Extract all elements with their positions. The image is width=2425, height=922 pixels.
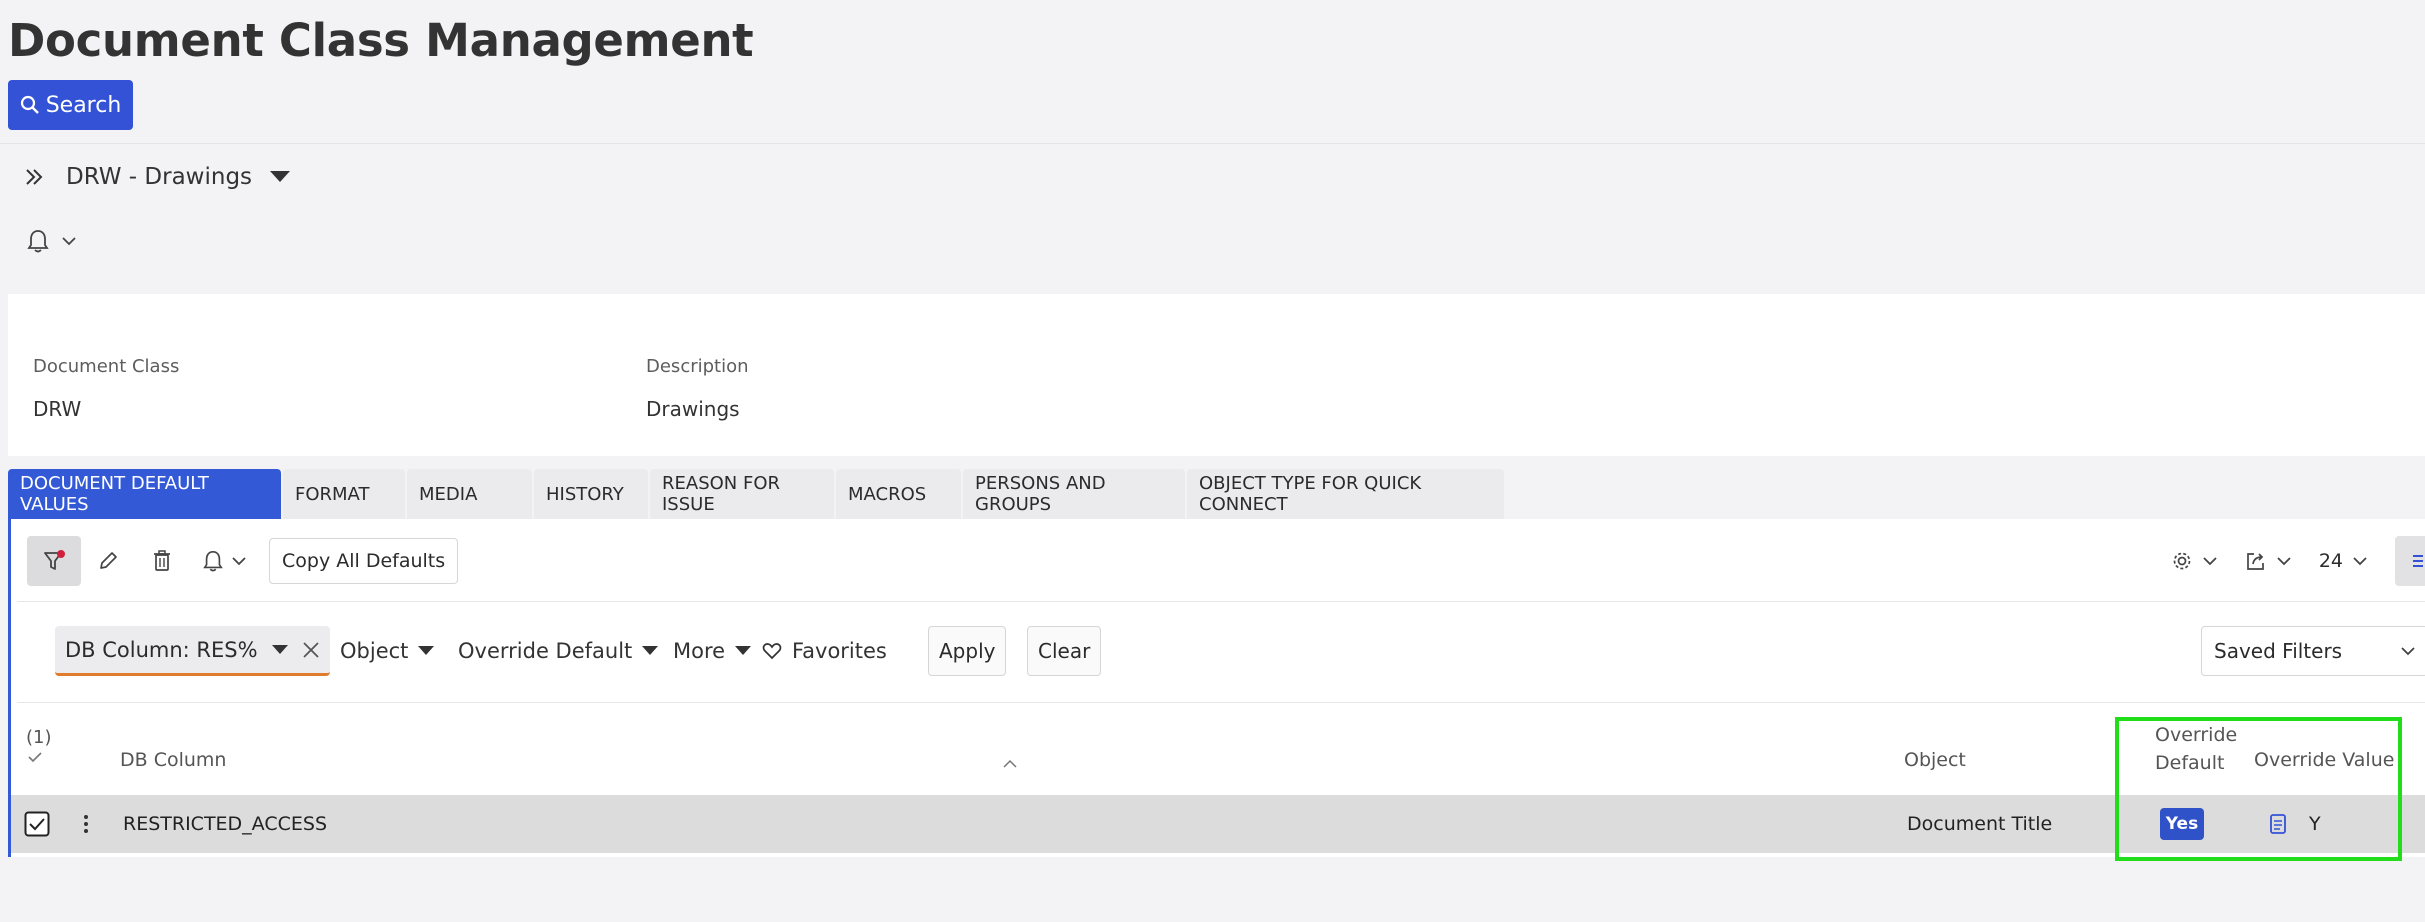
side-panel-toggle[interactable] [2395, 536, 2425, 586]
bell-icon [202, 549, 224, 573]
toolbar-right: 24 [2171, 536, 2425, 586]
search-label: Search [45, 92, 122, 118]
document-class-value: DRW [33, 397, 82, 421]
chevron-down-icon [232, 556, 246, 566]
filter-chip-label: DB Column: RES% [65, 637, 258, 662]
tab-persons-and-groups[interactable]: PERSONS AND GROUPS [963, 469, 1185, 519]
close-icon[interactable] [302, 641, 320, 659]
export-menu[interactable] [2245, 550, 2291, 572]
chevron-down-icon [2353, 556, 2367, 566]
caret-down-icon [418, 646, 435, 656]
tab-document-default-values[interactable]: DOCUMENT DEFAULT VALUES [8, 469, 281, 519]
override-default-filter-dropdown[interactable]: Override Default [458, 626, 659, 676]
page-size-select[interactable]: 24 [2319, 550, 2367, 572]
tab-macros[interactable]: MACROS [836, 469, 961, 519]
highlight-box [2115, 717, 2402, 861]
divider [0, 143, 2425, 144]
bell-icon [26, 228, 50, 254]
favorites-button[interactable]: Favorites [762, 626, 887, 676]
search-button[interactable]: Search [8, 80, 133, 130]
tab-media[interactable]: MEDIA [407, 469, 532, 519]
document-class-label: Document Class [33, 356, 180, 377]
description-value: Drawings [646, 397, 740, 421]
caret-down-icon [735, 646, 752, 656]
trash-icon [151, 549, 173, 573]
header-card: Document Class DRW Description Drawings [8, 294, 2425, 456]
more-filter-dropdown[interactable]: More [673, 626, 752, 676]
table-header: (1) DB Column Object Override Default Ov… [11, 703, 2425, 780]
chevron-down-icon [2277, 556, 2291, 566]
page-size-value: 24 [2318, 550, 2343, 572]
tab-format[interactable]: FORMAT [283, 469, 405, 519]
table-row[interactable]: RESTRICTED_ACCESS Document Title Yes Y [11, 795, 2425, 853]
filter-chip-db-column[interactable]: DB Column: RES% [55, 626, 330, 676]
filter-button[interactable] [27, 536, 81, 586]
tab-reason-for-issue[interactable]: REASON FOR ISSUE [650, 469, 834, 519]
notifications-menu[interactable] [26, 228, 76, 254]
filter-bar: DB Column: RES% Object Override Default … [17, 601, 2425, 703]
notifications-button[interactable] [189, 536, 259, 586]
heart-icon [762, 642, 782, 660]
chevron-down-icon [62, 236, 76, 246]
favorites-label: Favorites [792, 639, 887, 663]
apply-button[interactable]: Apply [928, 626, 1007, 676]
more-vertical-icon [83, 814, 89, 834]
record-selector-row: DRW - Drawings [24, 164, 291, 190]
saved-filters-select[interactable]: Saved Filters [2201, 626, 2425, 676]
edit-button[interactable] [81, 536, 135, 586]
gear-icon [2171, 550, 2193, 572]
row-checkbox[interactable] [24, 795, 50, 853]
db-column-cell: RESTRICTED_ACCESS [123, 813, 328, 835]
grid-toolbar: Copy All Defaults 24 [27, 536, 2425, 586]
object-filter-label: Object [340, 639, 409, 663]
caret-down-icon [642, 646, 659, 656]
copy-all-defaults-button[interactable]: Copy All Defaults [269, 538, 459, 584]
object-filter-dropdown[interactable]: Object [340, 626, 435, 676]
record-selector[interactable]: DRW - Drawings [66, 164, 291, 190]
delete-button[interactable] [135, 536, 189, 586]
caret-down-icon [270, 171, 291, 183]
description-label: Description [646, 356, 749, 377]
clear-button[interactable]: Clear [1027, 626, 1102, 676]
saved-filters-label: Saved Filters [2214, 639, 2343, 663]
chevron-down-icon [2401, 646, 2415, 656]
tab-bar: DOCUMENT DEFAULT VALUES FORMAT MEDIA HIS… [8, 469, 1506, 519]
filter-icon [42, 549, 66, 573]
caret-down-icon[interactable] [271, 644, 288, 655]
chevron-down-icon [2203, 556, 2217, 566]
record-selector-label: DRW - Drawings [66, 164, 253, 190]
selected-count: (1) [26, 727, 52, 748]
default-values-panel: Copy All Defaults 24 DB Column: RES% Obj… [8, 519, 2425, 857]
search-icon [20, 95, 40, 115]
override-default-filter-label: Override Default [458, 639, 633, 663]
export-icon [2245, 550, 2267, 572]
list-icon [2411, 553, 2423, 569]
row-actions-menu[interactable] [83, 795, 89, 853]
object-cell: Document Title [1907, 813, 2053, 835]
expand-double-chevron-icon[interactable] [24, 167, 44, 187]
select-all-check-icon[interactable] [27, 751, 43, 763]
column-header-db-column[interactable]: DB Column [120, 749, 226, 771]
more-filter-label: More [673, 639, 726, 663]
settings-menu[interactable] [2171, 550, 2217, 572]
document-class-field: Document Class DRW [33, 356, 179, 421]
sort-ascending-icon[interactable] [1002, 759, 1018, 769]
column-header-object[interactable]: Object [1904, 749, 1966, 771]
tab-history[interactable]: HISTORY [534, 469, 648, 519]
page-title: Document Class Management [8, 14, 754, 67]
description-field: Description Drawings [646, 356, 749, 421]
tab-object-type-for-quick-connect[interactable]: OBJECT TYPE FOR QUICK CONNECT [1187, 469, 1504, 519]
pencil-icon [97, 550, 119, 572]
